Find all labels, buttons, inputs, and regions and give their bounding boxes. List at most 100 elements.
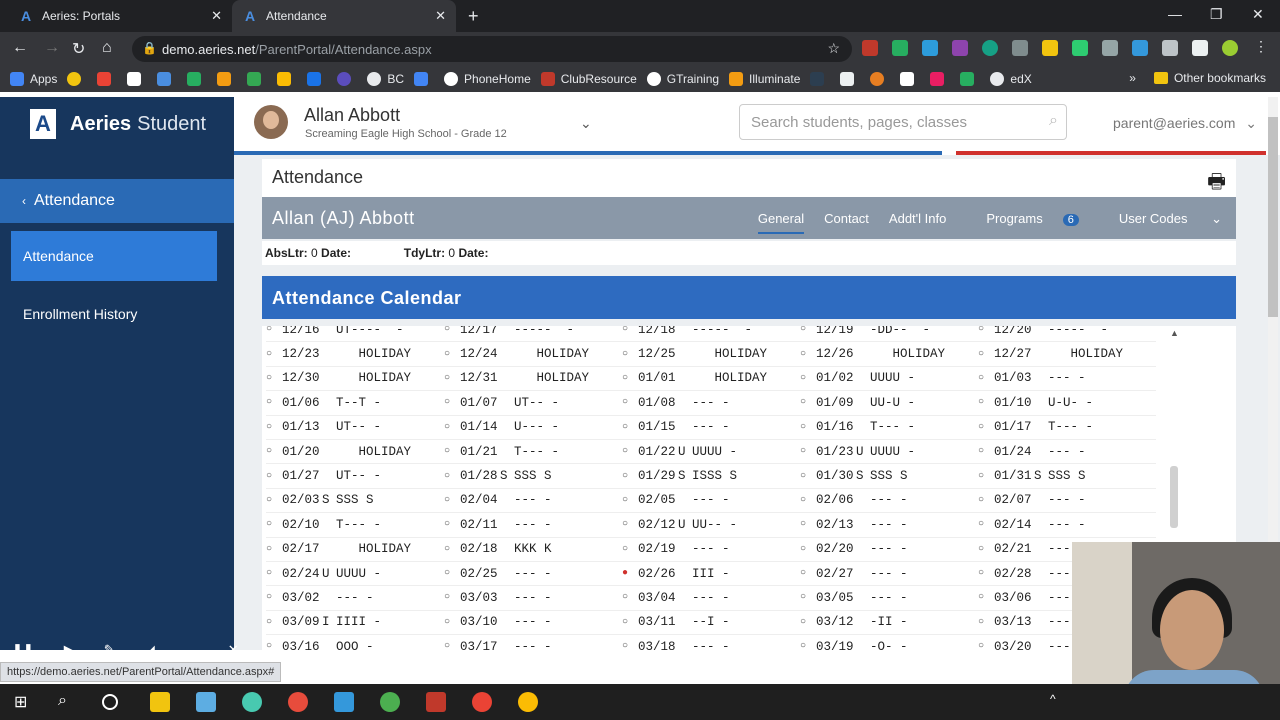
printer-icon[interactable]: 🖶 xyxy=(1207,167,1226,201)
calendar-day[interactable]: ○ 01/01 HOLIDAY xyxy=(622,367,800,390)
cortana-icon[interactable] xyxy=(102,694,118,710)
calendar-day[interactable]: ○ 02/05 --- - xyxy=(622,489,800,512)
comment-icon[interactable]: ○ xyxy=(266,397,280,408)
calendar-day[interactable]: ○ 03/16 OOO - xyxy=(266,635,444,650)
comment-icon[interactable]: ○ xyxy=(978,326,992,335)
calendar-day[interactable]: ○ 02/07 --- - xyxy=(978,489,1156,512)
forward-arrow-icon[interactable]: → xyxy=(44,39,60,57)
comment-icon[interactable]: ○ xyxy=(978,519,992,530)
bookmark-icon-green[interactable] xyxy=(187,72,207,86)
comment-icon[interactable]: ○ xyxy=(444,349,458,360)
calendar-day[interactable]: ○ 12/25 HOLIDAY xyxy=(622,342,800,365)
extension-icon[interactable] xyxy=(1042,40,1058,56)
calendar-day[interactable]: ○ 02/13 --- - xyxy=(800,513,978,536)
bookmark-illuminate[interactable]: Illuminate xyxy=(729,72,800,86)
play-icon[interactable]: ▶ xyxy=(64,642,74,658)
chevron-down-icon[interactable]: ⌄ xyxy=(580,115,592,132)
comment-icon[interactable]: ○ xyxy=(266,373,280,384)
bookmark-icon-gear[interactable] xyxy=(870,72,890,86)
bookmark-icon-blue[interactable] xyxy=(307,72,327,86)
comment-icon[interactable]: ○ xyxy=(978,592,992,603)
calendar-day[interactable]: ○ 01/07 UT-- - xyxy=(444,391,622,414)
calendar-day[interactable]: ○ 02/24 U UUUU - xyxy=(266,562,444,585)
bookmark-icon-keep[interactable] xyxy=(277,72,297,86)
bookmark-icon-gmail[interactable] xyxy=(97,72,117,86)
calendar-day[interactable]: ○ 03/05 --- - xyxy=(800,586,978,609)
calendar-day[interactable]: ○ 01/23 U UUUU - xyxy=(800,440,978,463)
user-menu[interactable]: parent@aeries.com ⌄ xyxy=(1113,115,1257,132)
calendar-day[interactable]: ○ 12/17 ----- - xyxy=(444,326,622,341)
comment-icon[interactable]: ○ xyxy=(622,373,636,384)
calendar-day[interactable]: ○ 03/10 --- - xyxy=(444,611,622,634)
comment-icon[interactable]: ○ xyxy=(444,544,458,555)
calendar-day[interactable]: ○ 02/11 --- - xyxy=(444,513,622,536)
calendar-day[interactable]: ○ 03/09 I IIII - xyxy=(266,611,444,634)
chrome-icon[interactable] xyxy=(518,692,538,712)
comment-icon[interactable]: ○ xyxy=(266,495,280,506)
comment-icon[interactable]: ○ xyxy=(444,471,458,482)
bookmark-icon-o[interactable] xyxy=(840,72,860,86)
calendar-day[interactable]: ○ 01/22 U UUUU - xyxy=(622,440,800,463)
bookmark-icon-drive[interactable] xyxy=(247,72,267,86)
comment-icon[interactable]: ○ xyxy=(800,422,814,433)
calendar-day[interactable]: ● 02/26 III - xyxy=(622,562,800,585)
acrobat-icon[interactable] xyxy=(426,692,446,712)
comment-icon[interactable]: ○ xyxy=(800,568,814,579)
comment-icon[interactable]: ○ xyxy=(444,397,458,408)
calendar-day[interactable]: ○ 03/17 --- - xyxy=(444,635,622,650)
calendar-day[interactable]: ○ 12/19 -DD-- - xyxy=(800,326,978,341)
comment-icon[interactable]: ○ xyxy=(622,495,636,506)
calendar-day[interactable]: ○ 03/03 --- - xyxy=(444,586,622,609)
extension-icon[interactable] xyxy=(922,40,938,56)
bookmark-icon-ef[interactable] xyxy=(810,72,830,86)
calendar-day[interactable]: ○ 01/15 --- - xyxy=(622,416,800,439)
comment-icon[interactable]: ○ xyxy=(622,641,636,650)
calendar-day[interactable]: ○ 02/14 --- - xyxy=(978,513,1156,536)
calendar-day[interactable]: ○ 01/14 U--- - xyxy=(444,416,622,439)
bookmark-edx[interactable]: edX xyxy=(990,72,1032,86)
comment-icon[interactable]: ○ xyxy=(444,641,458,650)
sidebar-item-attendance[interactable]: Attendance xyxy=(11,231,217,281)
calendar-day[interactable]: ○ 12/24 HOLIDAY xyxy=(444,342,622,365)
comment-icon[interactable]: ○ xyxy=(622,422,636,433)
bookmark-icon-translate[interactable] xyxy=(414,72,434,86)
app-icon[interactable] xyxy=(288,692,308,712)
menu-icon[interactable]: ⋮ xyxy=(1254,38,1270,54)
scrollbar-thumb[interactable] xyxy=(1268,117,1278,317)
bookmark-apps[interactable]: Apps xyxy=(10,72,57,86)
restore-icon[interactable]: ❐ xyxy=(1210,6,1223,23)
calendar-day[interactable]: ○ 02/18 KKK K xyxy=(444,538,622,561)
calendar-day[interactable]: ○ 03/11 --I - xyxy=(622,611,800,634)
calendar-day[interactable]: ○ 12/16 UT---- - xyxy=(266,326,444,341)
brand[interactable]: A Aeries Student xyxy=(30,109,206,139)
bookmark-star-icon[interactable]: ☆ xyxy=(827,40,840,57)
minimize-icon[interactable]: — xyxy=(1168,6,1182,22)
sidebar-item-enrollment-history[interactable]: Enrollment History xyxy=(11,289,217,339)
chevron-up-icon[interactable]: ^ xyxy=(1050,692,1070,712)
new-tab-icon[interactable]: + xyxy=(468,6,479,27)
calendar-day[interactable]: ○ 01/31 S SSS S xyxy=(978,464,1156,487)
comment-icon[interactable]: ○ xyxy=(622,617,636,628)
calendar-day[interactable]: ○ 01/09 UU-U - xyxy=(800,391,978,414)
comment-icon[interactable]: ○ xyxy=(800,471,814,482)
comment-icon[interactable]: ○ xyxy=(266,544,280,555)
playlist-icon[interactable] xyxy=(1192,40,1208,56)
calendar-day[interactable]: ○ 01/10 U-U- - xyxy=(978,391,1156,414)
calendar-day[interactable]: ○ 01/30 S SSS S xyxy=(800,464,978,487)
extension-icon[interactable] xyxy=(892,40,908,56)
comment-icon[interactable]: ○ xyxy=(444,495,458,506)
comment-icon[interactable]: ○ xyxy=(266,446,280,457)
comment-icon[interactable]: ○ xyxy=(444,446,458,457)
calendar-day[interactable]: ○ 01/02 UUUU - xyxy=(800,367,978,390)
bookmark-bc[interactable]: BC xyxy=(367,72,404,86)
comment-icon[interactable]: ○ xyxy=(444,617,458,628)
calendar-day[interactable]: ○ 12/23 HOLIDAY xyxy=(266,342,444,365)
comment-icon[interactable]: ○ xyxy=(978,471,992,482)
calendar-day[interactable]: ○ 01/24 --- - xyxy=(978,440,1156,463)
comment-icon[interactable]: ● xyxy=(622,568,636,579)
scrollbar-thumb[interactable] xyxy=(1170,466,1178,528)
calendar-day[interactable]: ○ 12/26 HOLIDAY xyxy=(800,342,978,365)
search-input[interactable]: Search students, pages, classes ⌕ xyxy=(739,104,1067,140)
bookmark-icon-w[interactable] xyxy=(960,72,980,86)
comment-icon[interactable]: ○ xyxy=(266,422,280,433)
